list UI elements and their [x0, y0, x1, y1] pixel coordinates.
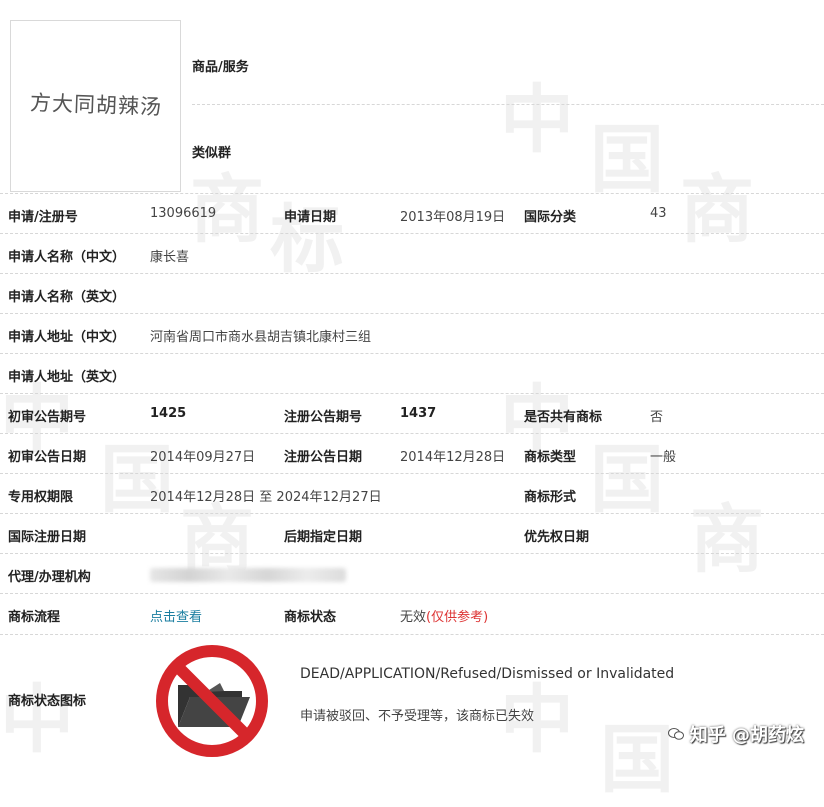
table-row: 商标流程 点击查看 商标状态 无效(仅供参考)	[0, 593, 824, 634]
shared-label: 是否共有商标	[524, 410, 603, 425]
intl-class-value: 43	[650, 206, 667, 221]
table-row: 申请人地址（中文） 河南省周口市商水县胡吉镇北康村三组	[0, 313, 824, 354]
applicant-cn-label: 申请人名称（中文）	[8, 250, 126, 265]
address-cn-value: 河南省周口市商水县胡吉镇北康村三组	[150, 330, 372, 345]
address-en-label: 申请人地址（英文）	[8, 370, 126, 385]
reg-no-label: 申请/注册号	[8, 210, 78, 225]
address-cn-label: 申请人地址（中文）	[8, 330, 126, 345]
source-watermark-text: 知乎 @胡药炫	[689, 725, 804, 746]
later-date-label: 后期指定日期	[284, 530, 363, 545]
no-folder-icon	[156, 645, 268, 757]
prelim-date-value: 2014年09月27日	[150, 450, 256, 465]
status-value-group: 无效(仅供参考)	[400, 606, 488, 625]
watermark-char: 中	[500, 77, 574, 163]
trademark-image: 方大同胡辣汤	[10, 20, 181, 192]
intl-reg-date-label: 国际注册日期	[8, 530, 87, 545]
applicant-en-label: 申请人名称（英文）	[8, 290, 126, 305]
status-icon-label: 商标状态图标	[8, 694, 87, 709]
mark-type-label: 商标类型	[524, 450, 577, 465]
reg-ann-no-value: 1437	[400, 406, 437, 421]
apply-date-label: 申请日期	[284, 210, 337, 225]
exclusive-label: 专用权期限	[8, 490, 74, 505]
table-row: 申请/注册号 13096619 申请日期 2013年08月19日 国际分类 43	[0, 193, 824, 234]
wechat-icon	[667, 728, 684, 740]
agent-value-redacted	[150, 568, 346, 582]
status-icon-row: 商标状态图标 DEAD/APPLICATION/Refused/Dismisse…	[0, 634, 824, 764]
mark-form-label: 商标形式	[524, 490, 577, 505]
status-note: (仅供参考)	[426, 610, 489, 625]
intl-class-label: 国际分类	[524, 210, 577, 225]
prelim-no-label: 初审公告期号	[8, 410, 87, 425]
prelim-date-label: 初审公告日期	[8, 450, 87, 465]
table-row: 申请人名称（中文） 康长喜	[0, 233, 824, 274]
table-row: 国际注册日期 后期指定日期 优先权日期	[0, 513, 824, 554]
reg-ann-date-value: 2014年12月28日	[400, 450, 506, 465]
reg-ann-date-label: 注册公告日期	[284, 450, 363, 465]
exclusive-value: 2014年12月28日 至 2024年12月27日	[150, 490, 382, 505]
table-row: 专用权期限 2014年12月28日 至 2024年12月27日 商标形式	[0, 473, 824, 514]
status-label: 商标状态	[284, 610, 337, 625]
reg-ann-no-label: 注册公告期号	[284, 410, 363, 425]
process-view-link[interactable]: 点击查看	[150, 606, 202, 625]
similar-group-label: 类似群	[192, 146, 232, 161]
reg-no-value: 13096619	[150, 206, 217, 221]
table-row: 申请人地址（英文）	[0, 353, 824, 394]
prelim-no-value: 1425	[150, 406, 187, 421]
goods-services-label: 商品/服务	[192, 60, 249, 75]
apply-date-value: 2013年08月19日	[400, 210, 506, 225]
status-english-text: DEAD/APPLICATION/Refused/Dismissed or In…	[300, 666, 675, 682]
trademark-image-text: 方大同胡辣汤	[29, 90, 162, 120]
table-row: 申请人名称（英文）	[0, 273, 824, 314]
shared-value: 否	[650, 410, 664, 425]
agent-label: 代理/办理机构	[8, 570, 91, 585]
mark-type-value: 一般	[650, 450, 677, 465]
priority-date-label: 优先权日期	[524, 530, 590, 545]
source-watermark: 知乎 @胡药炫	[667, 721, 804, 747]
table-row: 初审公告期号 1425 注册公告期号 1437 是否共有商标 否	[0, 393, 824, 434]
divider	[192, 104, 824, 105]
applicant-cn-value: 康长喜	[150, 250, 190, 265]
table-row: 代理/办理机构	[0, 553, 824, 594]
status-value: 无效	[400, 610, 427, 625]
process-label: 商标流程	[8, 610, 61, 625]
table-row: 初审公告日期 2014年09月27日 注册公告日期 2014年12月28日 商标…	[0, 433, 824, 474]
watermark-char: 国	[590, 117, 664, 203]
status-chinese-text: 申请被驳回、不予受理等，该商标已失效	[300, 709, 535, 724]
